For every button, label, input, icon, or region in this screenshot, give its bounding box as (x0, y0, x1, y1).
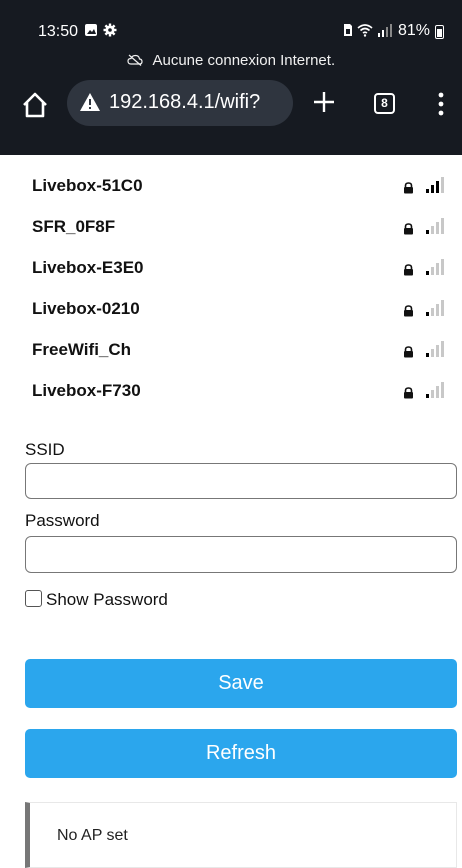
password-label: Password (25, 511, 100, 530)
network-ssid[interactable]: Livebox-F730 (32, 381, 141, 401)
cloud-off-icon (127, 53, 147, 68)
lock-icon (403, 345, 414, 358)
signal-bars-icon (423, 340, 445, 358)
new-tab-button[interactable] (313, 82, 335, 122)
refresh-button[interactable]: Refresh (25, 729, 457, 778)
connection-notice-text: Aucune connexion Internet. (152, 52, 336, 69)
ssid-label: SSID (25, 440, 65, 459)
network-ssid[interactable]: Livebox-0210 (32, 299, 140, 319)
signal-bars-icon (423, 381, 445, 399)
connection-notice: Aucune connexion Internet. (0, 52, 462, 69)
show-password-checkbox[interactable] (25, 590, 42, 607)
gear-icon (103, 23, 117, 40)
network-item[interactable]: SFR_0F8F (32, 211, 448, 252)
status-bar: 13:50 81% (0, 0, 462, 48)
lock-icon (403, 304, 414, 317)
network-item[interactable]: Livebox-51C0 (32, 170, 448, 211)
network-ssid[interactable]: Livebox-51C0 (32, 176, 143, 196)
home-icon (20, 92, 50, 124)
tabs-icon[interactable]: 8 (374, 93, 395, 114)
status-message: No AP set (57, 827, 128, 844)
image-icon (84, 23, 98, 40)
show-password-label[interactable]: Show Password (46, 590, 168, 610)
browser-toolbar: 192.168.4.1/wifi? 8 (0, 80, 462, 130)
status-time: 13:50 (38, 23, 79, 40)
browser-chrome: 13:50 81% Aucune connexion Internet. 192… (0, 0, 462, 155)
battery-icon (435, 25, 444, 39)
warning-icon[interactable] (79, 92, 101, 112)
network-ssid[interactable]: Livebox-E3E0 (32, 258, 144, 278)
home-button[interactable] (20, 90, 50, 120)
wifi-icon (357, 23, 373, 40)
signal-bars-icon (423, 217, 445, 235)
signal-icon (377, 23, 393, 40)
status-message-box: No AP set (25, 802, 457, 868)
address-bar[interactable]: 192.168.4.1/wifi? (67, 80, 293, 126)
signal-bars-icon (423, 176, 445, 194)
password-input[interactable] (25, 536, 457, 573)
ssid-input[interactable] (25, 463, 457, 499)
lock-icon (403, 222, 414, 235)
sim-icon (343, 23, 353, 40)
signal-bars-icon (423, 258, 445, 276)
save-button[interactable]: Save (25, 659, 457, 708)
network-item[interactable]: FreeWifi_Ch (32, 334, 448, 375)
url-text[interactable]: 192.168.4.1/wifi? (109, 91, 260, 114)
menu-icon (438, 88, 444, 118)
battery-level: 81% (398, 22, 431, 39)
lock-icon (403, 386, 414, 399)
menu-button[interactable] (438, 88, 444, 118)
network-item[interactable]: Livebox-E3E0 (32, 252, 448, 293)
lock-icon (403, 181, 414, 194)
network-item[interactable]: Livebox-0210 (32, 293, 448, 334)
network-item[interactable]: Livebox-F730 (32, 375, 448, 416)
network-list: Livebox-51C0 SFR_0F8F Livebox-E3E0 Liveb… (32, 170, 448, 416)
network-ssid[interactable]: FreeWifi_Ch (32, 340, 131, 360)
network-ssid[interactable]: SFR_0F8F (32, 217, 115, 237)
lock-icon (403, 263, 414, 276)
plus-icon (313, 85, 335, 118)
signal-bars-icon (423, 299, 445, 317)
